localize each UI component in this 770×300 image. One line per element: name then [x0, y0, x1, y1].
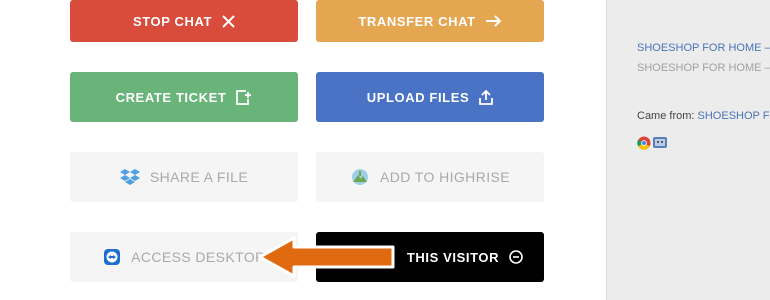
upload-files-button[interactable]: UPLOAD FILES — [316, 72, 544, 122]
close-icon — [222, 14, 235, 28]
upload-icon — [479, 89, 494, 105]
chrome-icon — [637, 136, 651, 155]
referrer-line: Came from: SHOESHOP FO — [637, 110, 770, 122]
visited-page-link[interactable]: SHOESHOP FOR HOME – E — [637, 42, 770, 54]
upload-files-label: UPLOAD FILES — [366, 89, 470, 105]
mac-os-icon — [652, 136, 668, 155]
new-document-icon — [236, 89, 252, 105]
dropbox-icon — [119, 168, 140, 186]
visitor-info-sidebar: SHOESHOP FOR HOME – E SHOESHOP FOR HOME … — [607, 0, 770, 300]
chat-actions-panel: STOP CHAT TRANSFER CHAT CREATE TICKET UP… — [0, 0, 606, 300]
share-file-button[interactable]: SHARE A FILE — [70, 152, 298, 202]
came-from-label: Came from: — [637, 110, 695, 122]
create-ticket-button[interactable]: CREATE TICKET — [70, 72, 298, 122]
transfer-chat-label: TRANSFER CHAT — [358, 13, 476, 29]
transfer-chat-button[interactable]: TRANSFER CHAT — [316, 0, 544, 42]
add-to-highrise-button[interactable]: ADD TO HIGHRISE — [316, 152, 544, 202]
highrise-icon — [350, 168, 370, 186]
stop-chat-label: STOP CHAT — [132, 13, 213, 29]
share-file-label: SHARE A FILE — [149, 169, 249, 185]
arrow-right-icon — [485, 15, 502, 27]
add-to-highrise-label: ADD TO HIGHRISE — [380, 169, 510, 185]
referrer-link[interactable]: SHOESHOP FO — [698, 110, 770, 122]
ban-visitor-label: THIS VISITOR — [406, 249, 500, 265]
minus-circle-icon — [509, 250, 523, 264]
teamviewer-icon — [103, 248, 121, 266]
visited-page-url: SHOESHOP FOR HOME – E — [637, 62, 770, 74]
pointer-arrow-callout — [258, 235, 398, 279]
stop-chat-button[interactable]: STOP CHAT — [70, 0, 298, 42]
access-desktop-label: ACCESS DESKTOP — [131, 249, 265, 265]
create-ticket-label: CREATE TICKET — [115, 89, 227, 105]
visitor-platform-icons — [637, 136, 668, 155]
